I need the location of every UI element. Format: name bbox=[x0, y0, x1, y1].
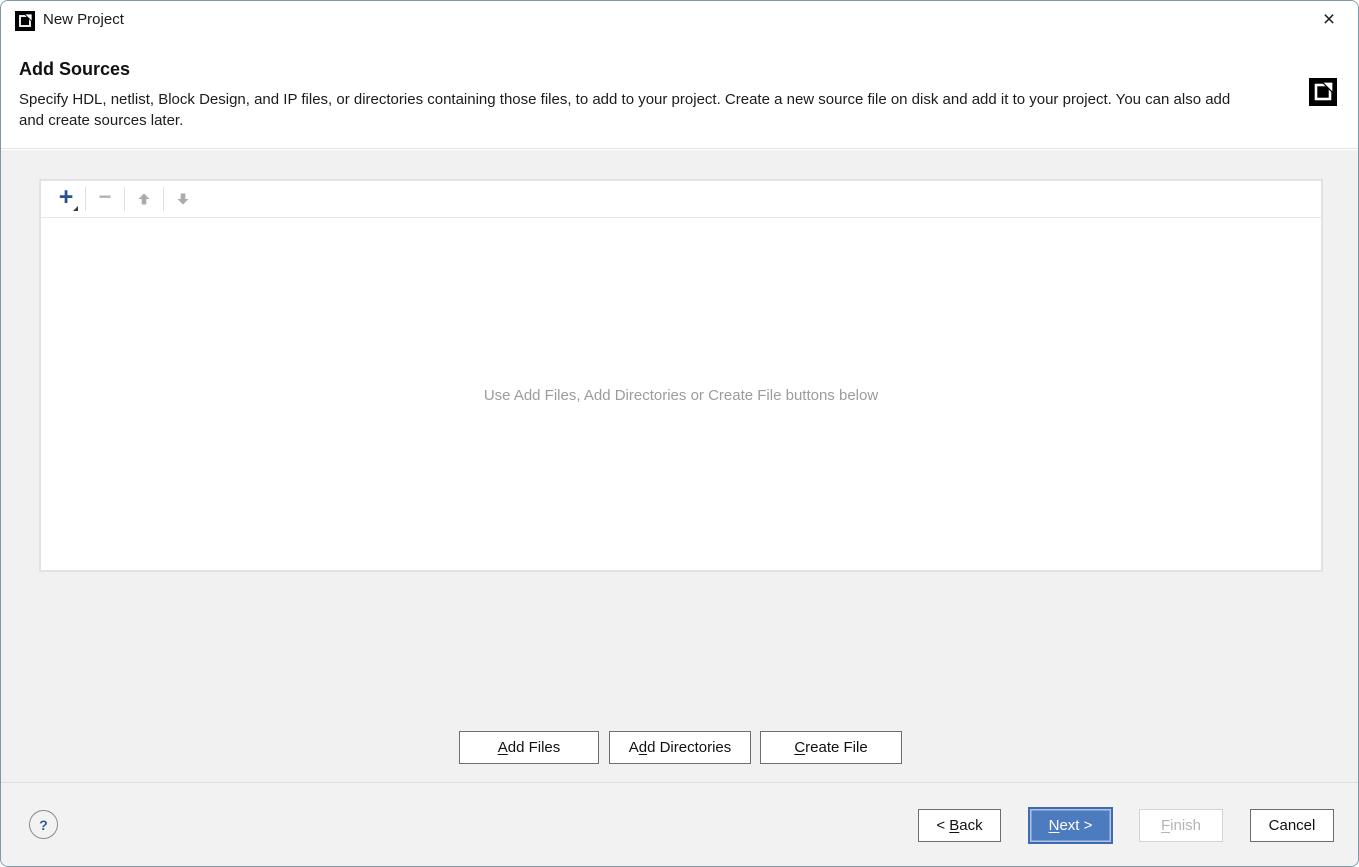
amd-logo-icon bbox=[15, 11, 35, 31]
wizard-body: + − bbox=[1, 150, 1358, 782]
window-title: New Project bbox=[43, 11, 124, 28]
wizard-footer: ? < Back Next > Finish Cancel bbox=[1, 782, 1358, 867]
down-arrow-icon bbox=[175, 191, 191, 207]
cancel-button[interactable]: Cancel bbox=[1250, 809, 1334, 842]
close-icon[interactable]: × bbox=[1308, 1, 1350, 39]
up-arrow-icon bbox=[136, 191, 152, 207]
page-description: Specify HDL, netlist, Block Design, and … bbox=[19, 89, 1259, 131]
add-files-button[interactable]: Add Files bbox=[459, 731, 599, 764]
title-bar: New Project × bbox=[1, 1, 1358, 41]
sources-empty-area: Use Add Files, Add Directories or Create… bbox=[41, 219, 1321, 572]
minus-icon: − bbox=[99, 186, 112, 208]
move-up-button[interactable] bbox=[125, 184, 163, 214]
sources-toolbar: + − bbox=[41, 181, 1321, 218]
back-button[interactable]: < Back bbox=[918, 809, 1001, 842]
empty-hint-text: Use Add Files, Add Directories or Create… bbox=[484, 387, 878, 404]
wizard-header: Add Sources Specify HDL, netlist, Block … bbox=[1, 41, 1358, 149]
sources-panel: + − bbox=[39, 179, 1323, 572]
add-source-button[interactable]: + bbox=[47, 184, 85, 214]
help-icon[interactable]: ? bbox=[29, 810, 58, 839]
amd-brand-logo-icon bbox=[1309, 78, 1337, 106]
next-button[interactable]: Next > bbox=[1028, 807, 1113, 844]
move-down-button[interactable] bbox=[164, 184, 202, 214]
new-project-dialog: New Project × Add Sources Specify HDL, n… bbox=[0, 0, 1359, 867]
plus-icon: + bbox=[59, 185, 74, 210]
page-title: Add Sources bbox=[19, 59, 130, 80]
add-directories-button[interactable]: Add Directories bbox=[609, 731, 751, 764]
remove-source-button[interactable]: − bbox=[86, 184, 124, 214]
dropdown-caret-icon bbox=[73, 206, 78, 211]
create-file-button[interactable]: Create File bbox=[760, 731, 902, 764]
finish-button[interactable]: Finish bbox=[1139, 809, 1223, 842]
